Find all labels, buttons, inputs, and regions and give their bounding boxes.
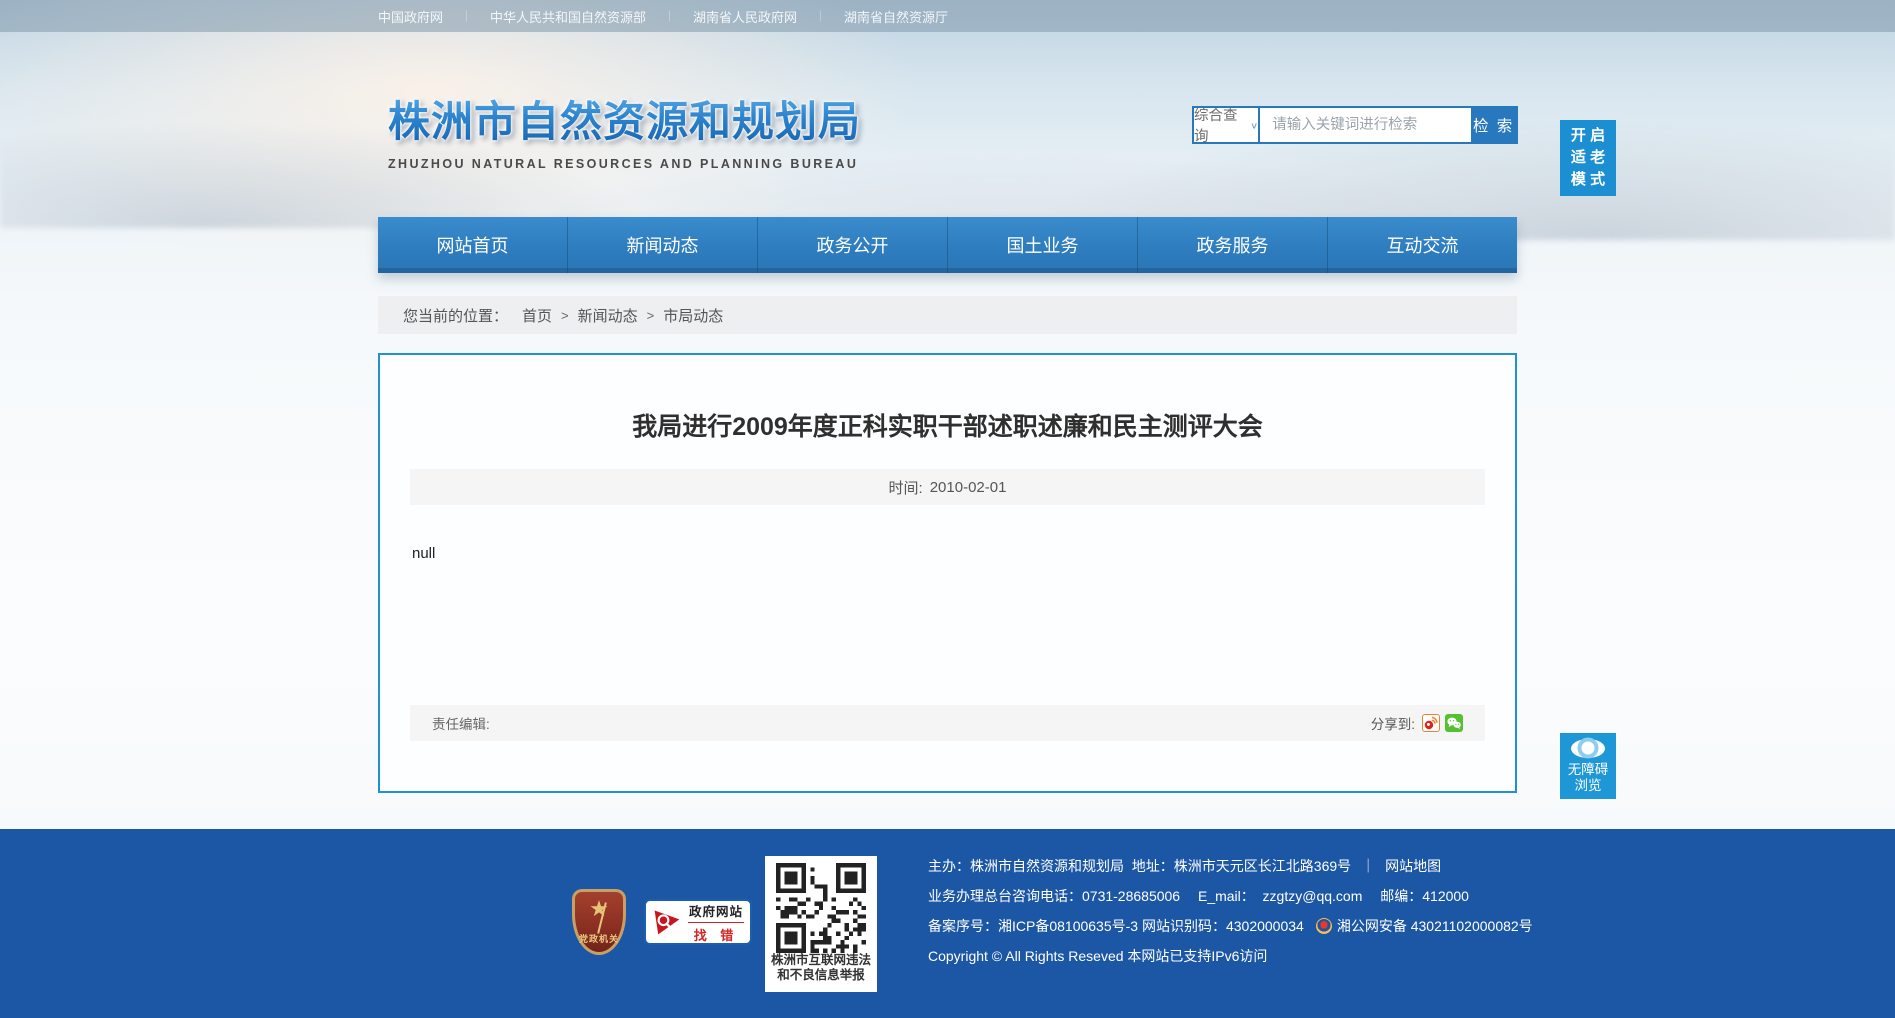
nav-item-interaction[interactable]: 互动交流 (1328, 217, 1517, 273)
elder-mode-button[interactable]: 开 启 适 老 模 式 (1560, 120, 1616, 196)
article-title: 我局进行2009年度正科实职干部述职述廉和民主测评大会 (632, 413, 1263, 441)
search-button[interactable]: 检 索 (1471, 108, 1516, 142)
article-body: null (412, 545, 436, 562)
page: 中国政府网 ｜ 中华人民共和国自然资源部 ｜ 湖南省人民政府网 ｜ 湖南省自然资… (0, 0, 1895, 1018)
time-label: 时间: (888, 479, 923, 497)
find-error-line2: 找 错 (693, 927, 739, 943)
qr-code (776, 863, 866, 953)
top-link-hunan-mnr[interactable]: 湖南省自然资源厅 (844, 7, 948, 26)
elder-mode-line2: 适 老 (1570, 149, 1606, 166)
editor-label: 责任编辑: (432, 717, 490, 732)
site-logo[interactable]: 株洲市自然资源和规划局 ZHUZHOU NATURAL RESOURCES AN… (388, 88, 861, 171)
footer-info: 主办：株洲市自然资源和规划局 地址：株洲市天元区长江北路369号 ｜ 网站地图 … (928, 851, 1533, 971)
breadcrumb-separator: > (561, 307, 569, 323)
breadcrumb-news[interactable]: 新闻动态 (578, 305, 638, 326)
accessibility-line1: 无障碍 (1567, 761, 1609, 777)
accessibility-line2: 浏览 (1574, 777, 1602, 793)
elder-mode-line3: 模 式 (1570, 171, 1606, 188)
breadcrumb-home[interactable]: 首页 (522, 305, 552, 326)
footer-copyright: Copyright © All Rights Reseved 本网站已支持IPv… (928, 948, 1268, 964)
nav-item-home[interactable]: 网站首页 (378, 217, 568, 273)
chevron-down-icon: ∨ (1250, 120, 1259, 131)
footer-divider: ｜ (1361, 858, 1376, 874)
share-label: 分享到: (1370, 717, 1415, 732)
wechat-icon[interactable] (1445, 714, 1463, 732)
public-security-record-link[interactable]: 湘公网安备 43021102000082号 (1337, 916, 1533, 936)
star-icon: ★ (589, 896, 609, 921)
search-category-label: 综合查询 (1194, 108, 1238, 145)
top-links-bar: 中国政府网 ｜ 中华人民共和国自然资源部 ｜ 湖南省人民政府网 ｜ 湖南省自然资… (0, 0, 1895, 32)
sitemap-link[interactable]: 网站地图 (1385, 856, 1441, 876)
website-error-report-badge[interactable]: 政府网站 找 错 (644, 899, 752, 945)
find-error-line1: 政府网站 (688, 901, 744, 923)
top-link-hunan-gov[interactable]: 湖南省人民政府网 (693, 7, 797, 26)
footer: ★ 党政机关 政府网站 找 错 株洲市互联网违法 和不良信息举报 主办：株洲市自… (0, 829, 1895, 1018)
qr-caption-line1: 株洲市互联网违法 (770, 953, 871, 967)
nav-item-gov-services[interactable]: 政务服务 (1138, 217, 1328, 273)
site-subtitle: ZHUZHOU NATURAL RESOURCES AND PLANNING B… (388, 157, 859, 171)
weibo-icon[interactable] (1422, 714, 1440, 732)
breadcrumb-separator: > (646, 307, 655, 323)
accessibility-browse-button[interactable]: 无障碍 浏览 (1560, 733, 1616, 799)
top-link-gov-cn[interactable]: 中国政府网 (378, 7, 443, 26)
breadcrumb-current[interactable]: 市局动态 (663, 305, 723, 326)
search-bar: 综合查询 ∨ 检 索 (1192, 106, 1518, 145)
eye-icon (1571, 738, 1605, 758)
search-category-dropdown[interactable]: 综合查询 ∨ (1194, 108, 1261, 145)
nav-item-land-business[interactable]: 国土业务 (948, 217, 1138, 273)
magnifier-flag-icon (654, 910, 680, 935)
top-link-divider: ｜ (461, 11, 473, 23)
site-title: 株洲市自然资源和规划局 (388, 88, 861, 149)
article-panel: 我局进行2009年度正科实职干部述职述廉和民主测评大会 时间: 2010-02-… (378, 353, 1517, 793)
editor-bar: 责任编辑: 分享到: (410, 705, 1485, 741)
nav-item-gov-info[interactable]: 政务公开 (758, 217, 948, 273)
top-link-mnr[interactable]: 中华人民共和国自然资源部 (490, 7, 646, 26)
search-input[interactable] (1260, 108, 1472, 142)
nav-item-news[interactable]: 新闻动态 (568, 217, 758, 273)
police-badge-icon (1315, 918, 1332, 934)
qr-caption-line2: 和不良信息举报 (777, 968, 865, 982)
footer-host-address: 主办：株洲市自然资源和规划局 地址：株洲市天元区长江北路369号 (928, 858, 1352, 874)
breadcrumb: 您当前的位置： 首页 > 新闻动态 > 市局动态 (378, 296, 1517, 334)
icp-record-link[interactable]: 备案序号：湘ICP备08100635号-3 网站识别码：4302000034 (928, 916, 1304, 936)
article-time-bar: 时间: 2010-02-01 (410, 469, 1485, 505)
breadcrumb-label: 您当前的位置： (403, 307, 509, 325)
report-qr-panel: 株洲市互联网违法 和不良信息举报 (765, 856, 877, 992)
main-nav: 网站首页 新闻动态 政务公开 国土业务 政务服务 互动交流 (378, 217, 1517, 273)
top-link-divider: ｜ (664, 11, 676, 23)
elder-mode-line1: 开 启 (1570, 127, 1606, 144)
footer-contact-line: 业务办理总台咨询电话：0731-28685006 E_mail： zzgtzy@… (928, 888, 1469, 904)
top-link-divider: ｜ (815, 11, 827, 23)
party-gov-badge[interactable]: ★ 党政机关 (572, 889, 626, 955)
time-value: 2010-02-01 (929, 478, 1007, 496)
